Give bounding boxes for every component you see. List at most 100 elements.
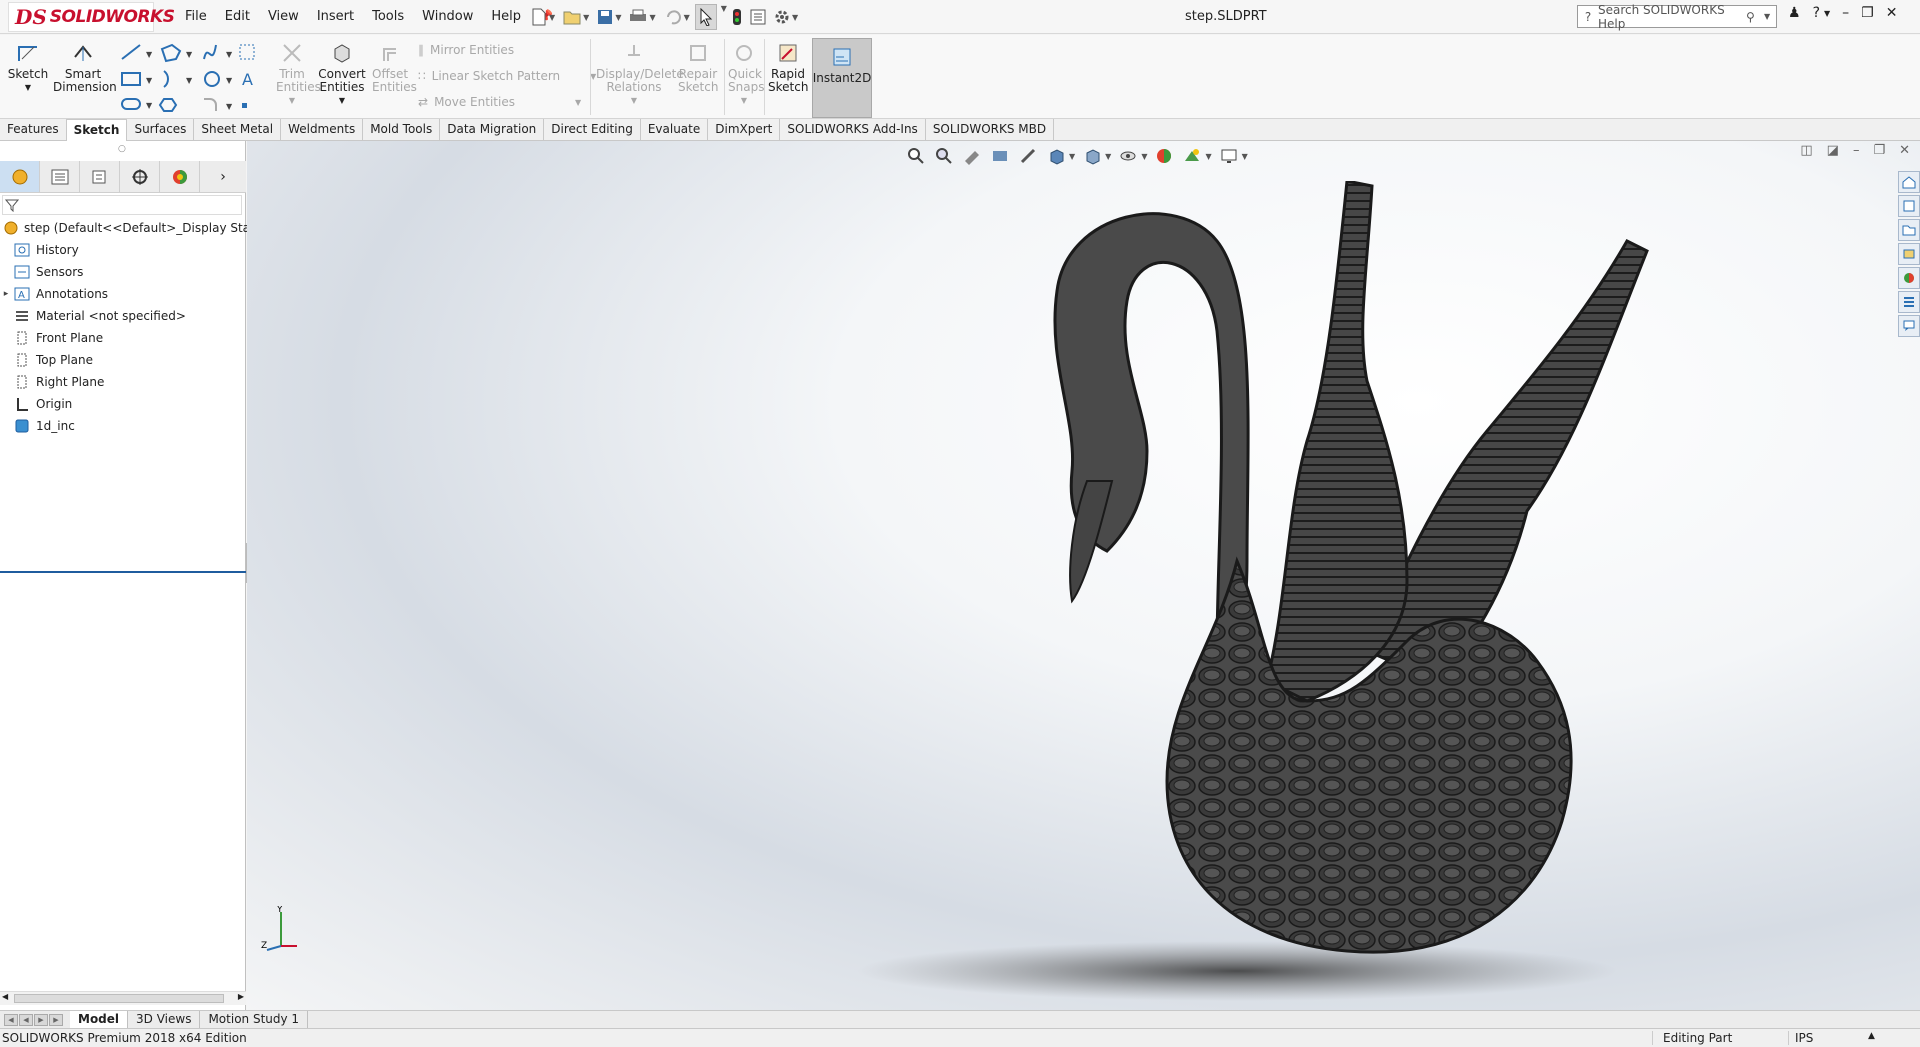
display-style-icon[interactable] [1081,145,1103,167]
help-icon[interactable]: ? [1813,5,1820,21]
user-icon[interactable]: ♟ [1788,5,1801,21]
tab-model[interactable]: Model [70,1011,129,1028]
display-manager-tab[interactable] [160,161,200,192]
tab-weldments[interactable]: Weldments [281,119,364,141]
restore-icon[interactable]: ❐ [1861,5,1874,21]
prev-tab-icon[interactable]: ◀ [19,1013,33,1026]
print-button[interactable]: ▼ [626,4,658,30]
menu-tools[interactable]: Tools [363,6,413,27]
tab-dimxpert[interactable]: DimXpert [708,119,781,141]
tab-sketch[interactable]: Sketch [66,119,128,141]
doc-restore-icon[interactable]: ❐ [1873,143,1885,158]
select-button[interactable] [694,4,717,30]
rapid-sketch-button[interactable]: Rapid Sketch [768,41,808,94]
rebuild-button[interactable] [729,4,745,30]
scroll-left-icon[interactable]: ◀ [2,992,8,1001]
convert-entities-button[interactable]: Convert Entities ▼ [318,41,366,107]
tab-evaluate[interactable]: Evaluate [641,119,709,141]
doc-close-icon[interactable]: ✕ [1899,143,1910,158]
tree-item-origin[interactable]: Origin [0,393,246,415]
zoom-to-fit-icon[interactable] [905,145,927,167]
tree-root[interactable]: step (Default<<Default>_Display State 1>… [0,217,288,239]
dimxpert-manager-tab[interactable] [120,161,160,192]
tree-item-front-plane[interactable]: Front Plane [0,327,246,349]
tab-features[interactable]: Features [0,119,67,141]
menu-file[interactable]: File [176,6,216,27]
linear-sketch-pattern-button[interactable]: ∷ Linear Sketch Pattern ▼ [418,69,596,83]
tab-surfaces[interactable]: Surfaces [127,119,195,141]
move-entities-button[interactable]: ⇄ Move Entities ▼ [418,95,581,109]
feature-tree-filter[interactable] [2,195,242,215]
tab-direct-editing[interactable]: Direct Editing [544,119,641,141]
open-button[interactable]: ▼ [560,4,592,30]
menu-window[interactable]: Window [413,6,482,27]
feature-manager-tab[interactable] [0,161,40,192]
tree-item-sensors[interactable]: Sensors [0,261,246,283]
tab-solidworks-add-ins[interactable]: SOLIDWORKS Add-Ins [780,119,926,141]
minimize-icon[interactable]: – [1842,5,1849,21]
edit-appearance-icon[interactable] [1153,145,1175,167]
tab-solidworks-mbd[interactable]: SOLIDWORKS MBD [926,119,1055,141]
select-dropdown-icon[interactable]: ▼ [721,4,727,30]
search-icon[interactable]: ⚲ [1746,10,1764,24]
rollback-bar[interactable] [0,571,246,573]
custom-properties-icon[interactable] [1898,291,1920,313]
search-dropdown-icon[interactable]: ▼ [1764,12,1776,21]
solidworks-logo[interactable]: DS SOLIDWORKS [8,2,175,32]
trim-entities-button[interactable]: Trim Entities ▼ [276,41,321,107]
search-input[interactable]: Search SOLIDWORKS Help [1598,3,1746,31]
previous-view-icon[interactable] [961,145,983,167]
tree-item-material[interactable]: Material <not specified> [0,305,246,327]
section-view-icon[interactable] [989,145,1011,167]
units-up-arrow-icon[interactable]: ▲ [1868,1031,1875,1041]
graphics-area[interactable]: ▼ ▼ ▼ ▼ ▼ ◫ ◪ – ❐ ✕ Y Z [247,141,1920,1011]
instant2d-button[interactable]: Instant2D [812,38,872,118]
help-dropdown-icon[interactable]: ▼ [1824,9,1830,18]
new-document-button[interactable]: ▼ [528,4,558,30]
forum-icon[interactable] [1898,315,1920,337]
swan-3d-model[interactable] [747,181,1667,1011]
tree-item-1d-inc[interactable]: 1d_inc [0,415,246,437]
next-tab-icon[interactable]: ▶ [34,1013,48,1026]
tab-mold-tools[interactable]: Mold Tools [363,119,441,141]
menu-insert[interactable]: Insert [308,6,363,27]
save-button[interactable]: ▼ [594,4,624,30]
file-properties-button[interactable] [747,4,769,30]
tree-item-right-plane[interactable]: Right Plane [0,371,246,393]
smart-dimension-button[interactable]: Smart Dimension [52,41,117,94]
first-tab-icon[interactable]: ◀ [4,1013,18,1026]
tile-right-icon[interactable]: ◪ [1827,143,1839,158]
design-library-icon[interactable] [1898,195,1920,217]
view-orientation-icon[interactable] [1045,145,1067,167]
view-settings-icon[interactable] [1218,145,1240,167]
dynamic-annotation-icon[interactable] [1017,145,1039,167]
menu-help[interactable]: Help [482,6,530,27]
display-delete-relations-button[interactable]: Display/Delete Relations ▼ [596,41,684,107]
mirror-entities-button[interactable]: ∥ Mirror Entities [418,43,514,57]
tab-sheet-metal[interactable]: Sheet Metal [194,119,282,141]
sketch-button[interactable]: Sketch ▼ [8,41,48,94]
search-box[interactable]: ? Search SOLIDWORKS Help ⚲ ▼ [1577,3,1777,31]
tab-motion-study-1[interactable]: Motion Study 1 [200,1011,309,1028]
expand-arrow-icon[interactable]: ▸ [0,289,12,299]
units-selector[interactable]: IPS [1788,1031,1858,1045]
property-manager-tab[interactable] [40,161,80,192]
menu-view[interactable]: View [259,6,308,27]
scroll-right-icon[interactable]: ▶ [238,992,244,1001]
panel-expand-arrow[interactable]: › [200,161,246,192]
apply-scene-icon[interactable] [1181,145,1203,167]
options-button[interactable]: ▼ [771,4,801,30]
tab-data-migration[interactable]: Data Migration [440,119,545,141]
hide-show-items-icon[interactable] [1117,145,1139,167]
view-palette-icon[interactable] [1898,243,1920,265]
appearances-icon[interactable] [1898,267,1920,289]
undo-button[interactable]: ▼ [661,4,693,30]
file-explorer-icon[interactable] [1898,219,1920,241]
doc-minimize-icon[interactable]: – [1853,143,1860,158]
home-icon[interactable] [1898,171,1920,193]
repair-sketch-button[interactable]: Repair Sketch [678,41,718,94]
tile-left-icon[interactable]: ◫ [1800,143,1812,158]
offset-entities-button[interactable]: Offset Entities [372,41,417,94]
close-icon[interactable]: ✕ [1886,5,1898,21]
tree-item-annotations[interactable]: ▸ A Annotations [0,283,246,305]
